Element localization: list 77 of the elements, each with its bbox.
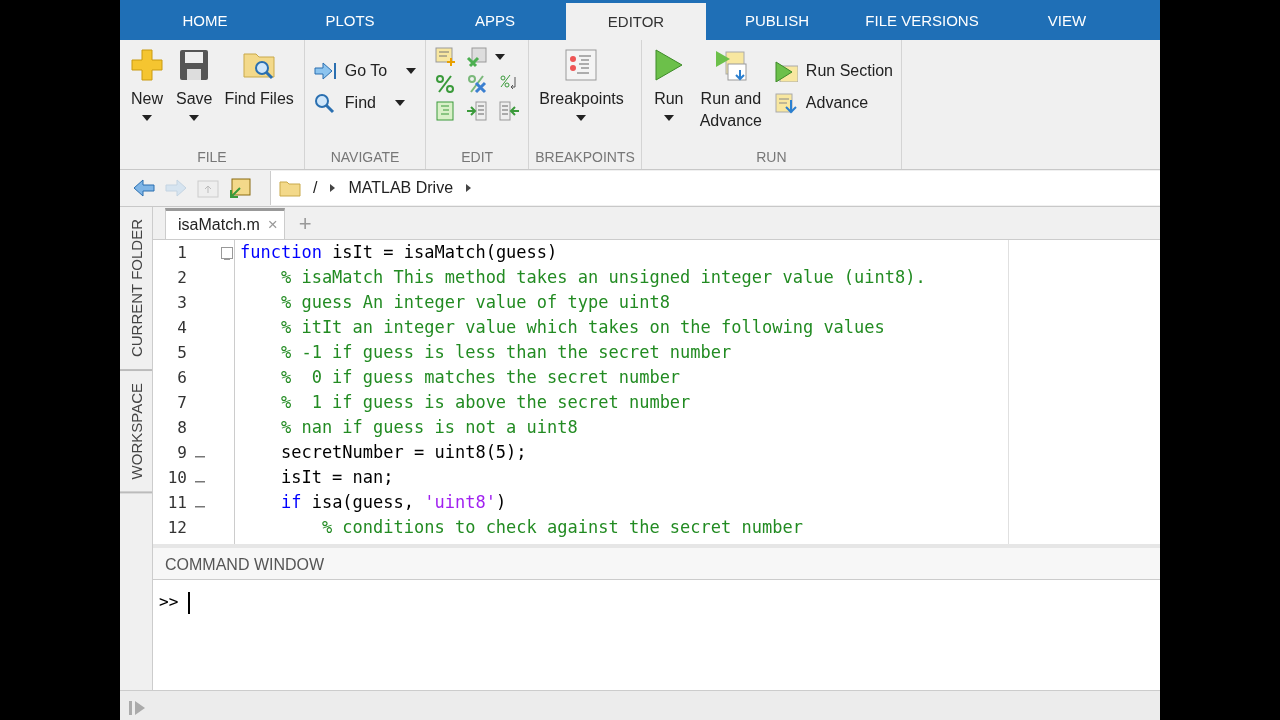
group-label: BREAKPOINTS [535,149,635,167]
back-arrow-icon [132,177,156,199]
code-line: % 1 if guess is above the secret number [279,391,692,414]
ribbon-button[interactable]: Breakpoints [535,46,628,149]
line-number: 8 [176,418,187,437]
folder-icon [279,179,301,197]
text-cursor [188,592,191,614]
line-number: 9 [176,443,187,462]
code-line: % itIt an integer value which takes on the following values [279,316,886,339]
ribbon-button[interactable]: Advance [771,90,895,116]
code-line: function isIt = isaMatch(guess) [240,241,559,264]
chevron-icon [465,183,473,193]
go-to-arrow-icon [312,60,337,82]
line-number: 5 [176,343,187,362]
path-crumb[interactable]: MATLAB Drive [348,179,454,197]
run-section-icon [773,60,798,82]
line-number: 10 [166,468,187,487]
smart-indent-icon [434,100,457,122]
group-label: FILE [196,149,228,167]
search-icon [312,92,337,114]
group-label: RUN [755,149,788,167]
group-label: NAVIGATE [329,149,401,167]
ribbon-button[interactable]: Find Files [220,46,298,149]
folder-up-icon [196,177,220,199]
browse-folder-icon [228,177,252,199]
ribbon-button[interactable]: Go To [310,58,420,84]
code-line: % 0 if guess matches the secret number [279,366,682,389]
code-line: if isa(guess, 'uint8') [279,491,508,514]
line-number: 7 [176,393,187,412]
code-line: % conditions to check against the secret number [320,516,804,539]
indent-icon [466,100,489,122]
ribbon-button[interactable]: Run Section [771,58,895,84]
line-number: 6 [176,368,187,387]
breakpoints-icon [564,48,599,82]
minus-icon [224,258,230,260]
ribbon-tab[interactable]: VIEW [993,0,1141,40]
plus-icon [130,48,164,82]
code-line: % nan if guess is not a uint8 [279,416,579,439]
ribbon-button[interactable]: Run and Advance [693,46,768,149]
fold-toggle[interactable] [221,246,233,259]
expand-panel-icon [128,700,146,716]
editor-tab[interactable]: isaMatch.m × [165,208,285,239]
outdent-icon [498,100,521,122]
line-number: 3 [176,293,187,312]
ribbon-tab[interactable]: PUBLISH [703,0,851,40]
forward-arrow-icon [164,177,188,199]
tab-label[interactable]: isaMatch.m [178,216,260,234]
line-number: 12 [166,518,187,537]
ribbon-tab[interactable]: APPS [421,0,569,40]
uncomment-icon [466,73,489,95]
code-line: secretNumber = uint8(5); [279,441,528,464]
command-prompt: >> [159,592,179,611]
code-line: isIt = nan; [279,466,395,489]
ribbon-button[interactable]: Run [647,46,690,149]
advance-icon [773,92,798,114]
ribbon-button[interactable]: Find [310,90,420,116]
group-label: EDIT [460,149,495,167]
line-number: 11 [166,493,187,512]
ribbon-button[interactable]: New [126,46,168,149]
code-line: % -1 if guess is less than the secret number [279,341,733,364]
ribbon-tab[interactable]: PLOTS [276,0,424,40]
ribbon-tab[interactable]: EDITOR [566,3,706,40]
code-line: % isaMatch This method takes an unsigned integer value (uint8). [279,266,927,289]
path-crumb[interactable]: / [313,179,318,197]
panel-title: COMMAND WINDOW [153,548,1160,580]
ribbon-tab[interactable]: HOME [131,0,279,40]
percent-icon [434,73,457,95]
code-line: % guess An integer value of type uint8 [279,291,671,314]
chevron-icon [329,183,337,193]
path-field[interactable]: / MATLAB Drive [270,171,1160,205]
run-advance-icon [713,48,748,82]
comment-add-icon [434,46,457,68]
line-number: 1 [176,243,187,262]
ribbon-tab[interactable]: FILE VERSIONS [848,0,996,40]
line-number: 2 [176,268,187,287]
line-number: 4 [176,318,187,337]
ribbon-button[interactable]: Save [172,46,217,149]
